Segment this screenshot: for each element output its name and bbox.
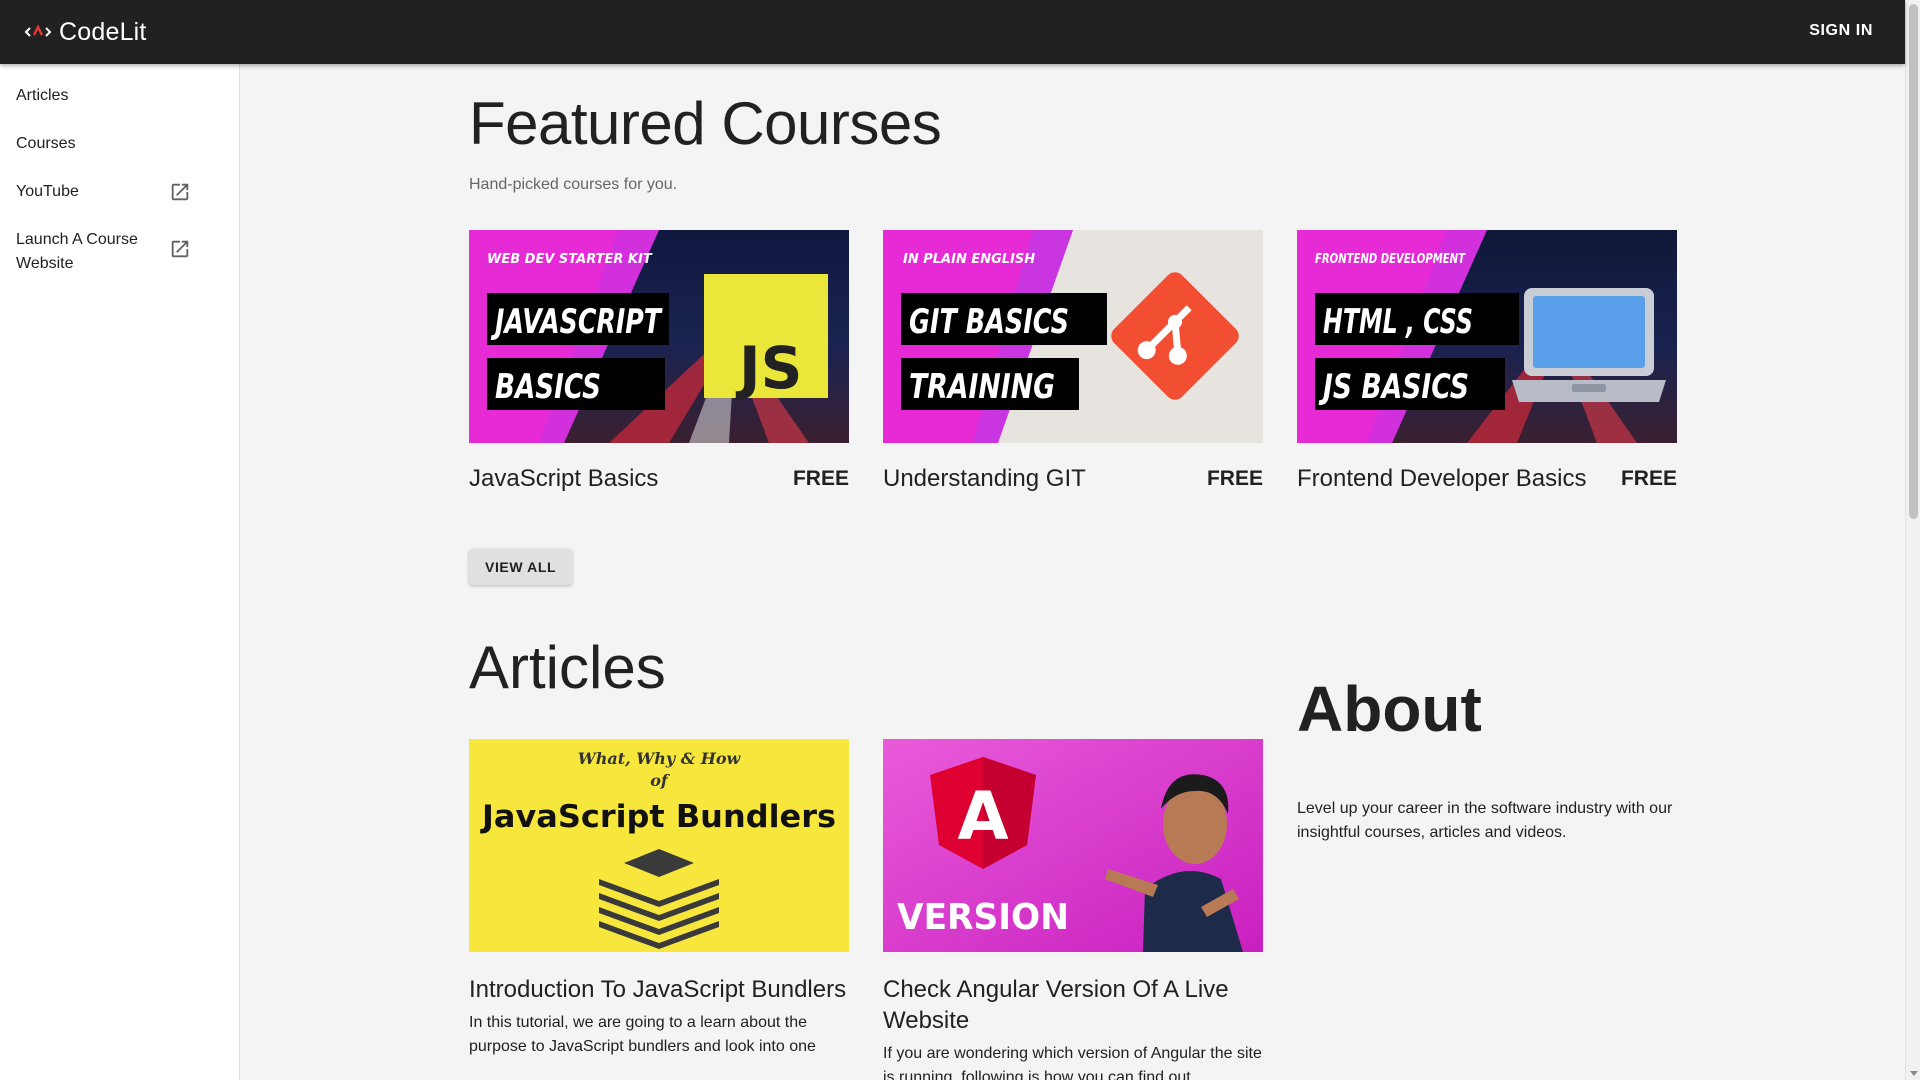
article-title[interactable]: Check Angular Version Of A Live Website [883, 974, 1263, 1036]
about-title: About [1297, 673, 1482, 745]
sidebar-item-courses[interactable]: Courses [0, 120, 239, 168]
sidebar-item-articles[interactable]: Articles [0, 72, 239, 120]
article-thumbnail[interactable]: A VERSION [883, 739, 1263, 952]
code-brackets-icon [24, 24, 52, 37]
course-name[interactable]: Understanding GIT [883, 465, 1086, 493]
featured-courses-title: Featured Courses [469, 90, 942, 157]
sidebar-item-youtube[interactable]: YouTube [0, 168, 239, 216]
article-thumbnail[interactable]: What, Why & How of JavaScript Bundlers [469, 739, 849, 952]
logo[interactable]: CodeLit [24, 18, 147, 47]
open-in-new-icon [171, 240, 189, 258]
about-text: Level up your career in the software ind… [1297, 800, 1673, 841]
article-card-angular-version[interactable]: A VERSION Check Angular Version Of A Liv… [883, 739, 1263, 1080]
article-description: In this tutorial, we are going to a lear… [469, 1014, 816, 1055]
course-thumb-tag: FRONTEND DEVELOPMENT [1315, 252, 1466, 267]
course-grid: WEB DEV STARTER KIT JAVASCRIPT BASICS JS… [469, 230, 1677, 493]
sidebar: Articles Courses YouTube Launch A Course… [0, 64, 240, 1080]
course-thumb-tag: IN PLAIN ENGLISH [903, 252, 1035, 267]
course-thumb-tag: WEB DEV STARTER KIT [487, 252, 653, 267]
scroll-down-arrow-icon[interactable] [1910, 1071, 1918, 1076]
course-price: FREE [792, 467, 849, 490]
sidebar-item-label: Launch A Course Website [16, 231, 138, 272]
app-name: CodeLit [59, 17, 147, 46]
articles-section: Articles What, Why & How of JavaScript B… [469, 633, 1263, 1080]
course-thumb-line2: BASICS [495, 367, 601, 407]
open-in-new-icon [171, 183, 189, 201]
course-thumb-line1: JAVASCRIPT [491, 302, 664, 342]
article-description: If you are wondering which version of An… [883, 1045, 1262, 1080]
scrollbar-thumb[interactable] [1909, 4, 1918, 519]
laptop-icon [1512, 288, 1666, 402]
course-thumb-line1: HTML , CSS [1323, 302, 1473, 342]
course-thumb-line1: GIT BASICS [909, 302, 1069, 342]
course-card-frontend-developer-basics[interactable]: FRONTEND DEVELOPMENT HTML , CSS JS BASIC… [1297, 230, 1677, 493]
sidebar-item-label: YouTube [16, 183, 79, 200]
article-grid: What, Why & How of JavaScript Bundlers I… [469, 739, 1263, 1080]
page-scrollbar[interactable] [1905, 0, 1920, 1080]
js-badge: JS [735, 334, 802, 402]
course-card-understanding-git[interactable]: IN PLAIN ENGLISH GIT BASICS TRAINING Und… [883, 230, 1263, 493]
course-thumbnail[interactable]: IN PLAIN ENGLISH GIT BASICS TRAINING [883, 230, 1263, 443]
sidebar-item-label: Articles [16, 87, 69, 104]
course-thumb-line2: JS BASICS [1318, 367, 1469, 407]
angular-badge-letter: A [957, 778, 1008, 855]
articles-title: Articles [469, 634, 666, 701]
course-price: FREE [1206, 467, 1263, 490]
course-thumbnail[interactable]: WEB DEV STARTER KIT JAVASCRIPT BASICS JS [469, 230, 849, 443]
app-bar: CodeLit SIGN IN [0, 0, 1905, 64]
article-thumb-script: What, Why & How [578, 749, 742, 768]
sidebar-item-label: Courses [16, 135, 76, 152]
article-thumb-headline: JavaScript Bundlers [480, 799, 836, 835]
sidebar-item-launch-course-website[interactable]: Launch A Course Website [0, 216, 239, 288]
course-price: FREE [1620, 467, 1677, 490]
view-all-button[interactable]: VIEW ALL [469, 549, 573, 585]
course-card-javascript-basics[interactable]: WEB DEV STARTER KIT JAVASCRIPT BASICS JS… [469, 230, 849, 493]
sign-in-button[interactable]: SIGN IN [1809, 22, 1873, 40]
main-content: Featured Courses Hand-picked courses for… [469, 64, 1677, 1080]
lower-section: Articles What, Why & How of JavaScript B… [469, 633, 1675, 1080]
course-thumb-line2: TRAINING [909, 367, 1055, 407]
about-section: About Level up your career in the softwa… [1297, 633, 1675, 1080]
article-thumb-headline: VERSION [897, 897, 1069, 938]
article-title[interactable]: Introduction To JavaScript Bundlers [469, 974, 849, 1005]
featured-courses-subtitle: Hand-picked courses for you. [469, 176, 678, 193]
course-thumbnail[interactable]: FRONTEND DEVELOPMENT HTML , CSS JS BASIC… [1297, 230, 1677, 443]
article-card-javascript-bundlers[interactable]: What, Why & How of JavaScript Bundlers I… [469, 739, 849, 1080]
course-name[interactable]: Frontend Developer Basics [1297, 465, 1586, 493]
course-name[interactable]: JavaScript Basics [469, 465, 658, 493]
